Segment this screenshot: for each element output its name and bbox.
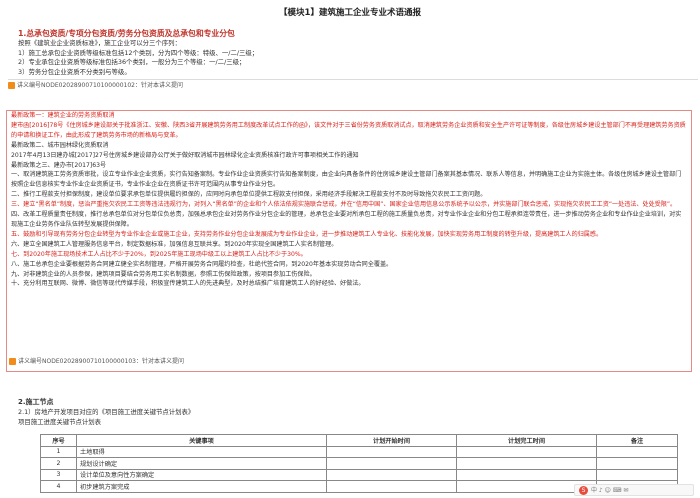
policy-line: 七、到2020年施工现场技术工人占比不少于20%，到2025年施工现场中级工以上… [11, 250, 307, 258]
table-cell: 初步建筑方案完成 [76, 480, 327, 493]
table-cell: 1 [40, 445, 77, 458]
policy-line: 三、建立“黑名单”制度，惩治严重拖欠农民工工资等违法违规行为，对列入“黑名单”的… [11, 201, 677, 209]
table-cell [596, 468, 678, 481]
policy-line: 最新政策二、城市园林绿化资质取消 [11, 141, 109, 149]
table-cell [326, 445, 457, 458]
input-method-toolbar[interactable]: S中 ♪ ☺ ⌨ ✉ [574, 484, 694, 496]
section-heading: 1.总承包资质/专项分包资质/劳务分包资质及总承包和专业分包 [18, 29, 235, 38]
table-row: 2 规划设计确定 [40, 457, 678, 470]
section-construction-nodes: 2.施工节点 2.1）房地产开发项目对应的《项目施工进度关键节点计划表》 项目施… [18, 397, 688, 427]
table-cell: 土地取得 [76, 445, 327, 458]
table-header-row: 序号 关键事项 计划开始时间 计划完工时间 备注 [40, 434, 678, 447]
table-cell [456, 457, 597, 470]
question-icon [8, 82, 15, 90]
text-line: 按照《建筑业企业资质标准》，施工企业可以分三个序列： [18, 39, 181, 47]
header-cell: 备注 [596, 434, 678, 447]
toolbar-label: 中 ♪ ☺ ⌨ ✉ [591, 487, 629, 494]
subheading: 2.1）房地产开发项目对应的《项目施工进度关键节点计划表》 [18, 408, 195, 416]
header-cell: 序号 [40, 434, 77, 447]
text-line: 3）劳务分包企业资质不分类别与等级。 [18, 67, 131, 76]
table-caption: 项目施工进度关键节点计划表 [18, 418, 102, 426]
policy-line: 四、改革工程质量责任制度，推行总承包单位对分包单位负总责，加强总承包企业对劳务作… [11, 211, 682, 228]
policy-line: 六、建立全国建筑工人管理服务信息平台，制定数据标准，加强信息互联共享。到2020… [11, 240, 338, 248]
page: 【模块1】建筑施工企业专业术语通报 1.总承包资质/专项分包资质/劳务分包资质及… [0, 0, 700, 498]
question-link-bar[interactable]: 讲义编号NODE02028900710100000102：针对本讲义提问 [8, 79, 698, 91]
table-cell [326, 468, 457, 481]
text-line: 2）专业承包企业资质等级标准包括36个类别，一般分为三个等级：一/二/三级； [18, 58, 246, 67]
policy-line: 九、对非建筑企业的人员参保，建筑项目要结合劳务用工实名制数据，参照工伤保险政策，… [11, 270, 316, 278]
table-row: 1 土地取得 [40, 445, 678, 458]
policy-line: 五、鼓励和引导现有劳务分包企业转型为专业作业企业或施工企业，支持劳务作业分包企业… [11, 230, 603, 238]
table-cell: 规划设计确定 [76, 457, 327, 470]
header-cell: 计划完工时间 [456, 434, 597, 447]
text-line: 1）施工总承包企业资质等级标准包括12个类别，分为四个等级：特级、一/二/三级； [18, 48, 259, 57]
policy-box: 最新政策一：建筑企业的劳务资质取消建市函[2016]78号《住房城乡建设部关于批… [6, 110, 692, 372]
table-cell [596, 445, 678, 458]
question-link[interactable]: 讲义编号NODE02028900710100000102：针对本讲义提问 [17, 82, 183, 89]
question-link-bar[interactable]: 讲义编号NODE02028900710100000103：针对本讲义提问 [9, 357, 184, 367]
header-cell: 关键事项 [76, 434, 327, 447]
table-cell: 设计单位及意向性方案确定 [76, 468, 327, 481]
policy-line: 最新政策一：建筑企业的劳务资质取消 [11, 112, 115, 119]
header-cell: 计划开始时间 [326, 434, 457, 447]
table-cell [326, 480, 457, 493]
table-row: 3 设计单位及意向性方案确定 [40, 468, 678, 481]
table-cell [596, 457, 678, 470]
sogou-icon: S [579, 486, 588, 495]
table-cell: 4 [40, 480, 77, 493]
table-cell [456, 445, 597, 458]
table-cell: 3 [40, 468, 77, 481]
policy-line: 建市函[2016]78号《住房城乡建设部关于批准浙江、安徽、陕西3省开展建筑劳务… [11, 121, 686, 139]
policy-line: 一、取消建筑施工劳务资质审批，设立专业作业企业资质，实行告知备案制。专业作业企业… [11, 171, 682, 189]
table-cell: 2 [40, 457, 77, 470]
policy-lines: 最新政策一：建筑企业的劳务资质取消建市函[2016]78号《住房城乡建设部关于批… [11, 111, 687, 289]
policy-line: 2017年4月13日建办城[2017]27号住房城乡建设部办公厅关于做好取消城市… [11, 151, 359, 159]
section-qualification: 1.总承包资质/专项分包资质/劳务分包资质及总承包和专业分包 按照《建筑业企业资… [8, 28, 698, 91]
question-icon [9, 358, 16, 366]
policy-line: 二、推行工程款支付担保制度，建设单位要求承包单位提供履约担保的，应同时向承包单位… [11, 191, 487, 199]
policy-line: 最新政策之三、建办市[2017]63号 [11, 161, 107, 169]
table-cell [456, 468, 597, 481]
table-cell [326, 457, 457, 470]
policy-line: 八、施工总承包企业要根据劳务合同建立健全实名制管理，严格开展劳务合同履约检查，杜… [11, 260, 393, 268]
section-heading: 2.施工节点 [18, 398, 54, 406]
question-link[interactable]: 讲义编号NODE02028900710100000103：针对本讲义提问 [18, 358, 184, 365]
page-title: 【模块1】建筑施工企业专业术语通报 [279, 8, 421, 18]
policy-line: 十、充分利用互联网、微博、微信等现代传媒手段，积极宣传建筑工人的先进典型，及时总… [11, 280, 365, 288]
